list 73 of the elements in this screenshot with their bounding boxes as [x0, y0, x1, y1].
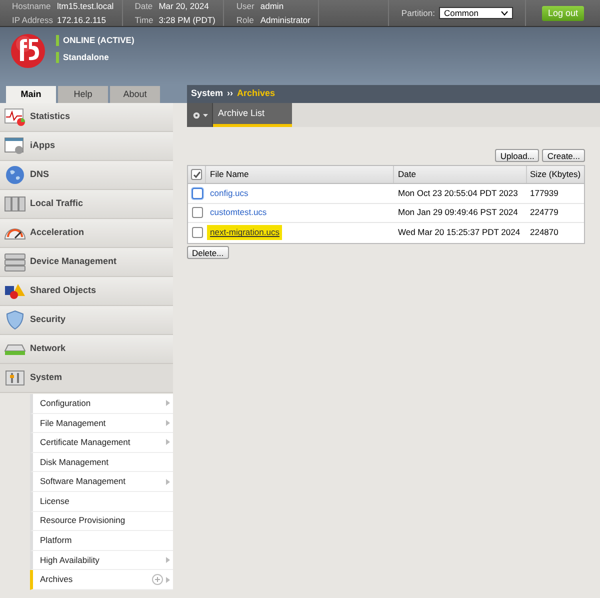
partition-select[interactable]: Common	[438, 7, 513, 19]
table-cell-text: 177939	[529, 186, 560, 200]
submenu-item[interactable]: Archives	[30, 570, 173, 590]
window-gear-icon	[4, 136, 26, 156]
breadcrumb-parent[interactable]: System	[191, 87, 224, 101]
field-label: IP Address	[12, 14, 54, 26]
field-label: Time	[134, 14, 154, 26]
table-cell-text: Mon Oct 23 20:55:04 PDT 2023	[397, 186, 519, 200]
partition-label: Partition:	[401, 6, 435, 20]
submenu-item[interactable]: Configuration	[30, 394, 173, 414]
nav-tab[interactable]: Main	[6, 86, 56, 103]
status-text: ONLINE (ACTIVE)	[63, 34, 134, 47]
column-header[interactable]: Date	[394, 166, 527, 183]
breadcrumb-current: Archives	[237, 87, 276, 100]
sidebar-item[interactable]: DNS	[0, 161, 173, 190]
column-header[interactable]: Size (Kbytes)	[527, 166, 584, 183]
file-link[interactable]: customtest.ucs	[207, 205, 270, 220]
field-label: User	[236, 0, 256, 12]
table-cell-text: 224870	[529, 226, 560, 240]
column-header[interactable]: File Name	[206, 166, 394, 183]
nav-tab[interactable]: Help	[58, 86, 108, 103]
action-button[interactable]: Upload...	[495, 149, 540, 162]
file-link[interactable]: config.ucs	[207, 186, 252, 201]
logo-icon	[10, 33, 46, 71]
field-value: Mar 20, 2024	[158, 0, 209, 12]
status-indicator	[56, 34, 59, 46]
sidebar-item[interactable]: Acceleration	[0, 219, 173, 248]
submenu-item[interactable]: High Availability	[30, 550, 173, 570]
field-label: Hostname	[12, 0, 52, 12]
table-cell-text: Mon Jan 29 09:49:46 PST 2024	[397, 206, 519, 220]
sidebar-item[interactable]: System	[0, 364, 173, 393]
sidebar-item[interactable]: Local Traffic	[0, 190, 173, 219]
table-cell-text: 224779	[529, 206, 560, 220]
caret-icon	[202, 114, 208, 116]
action-button[interactable]: Create...	[542, 149, 585, 162]
field-label: Date	[134, 0, 154, 12]
sidebar-item[interactable]: Security	[0, 306, 173, 335]
nav-tab[interactable]: About	[110, 86, 160, 103]
field-value: admin	[260, 0, 284, 12]
submenu-item[interactable]: Software Management	[30, 472, 173, 492]
breadcrumb-separator: ››	[227, 87, 234, 100]
field-value: ltm15.test.local	[57, 0, 114, 12]
sidebar-item[interactable]: Statistics	[0, 103, 173, 132]
dropdown-caret-icon	[500, 10, 508, 16]
checkbox[interactable]	[191, 169, 202, 180]
field-value: 3:28 PM (PDT)	[158, 14, 216, 26]
server-stack-icon	[4, 252, 26, 272]
servers-icon	[4, 194, 26, 214]
field-label: Role	[236, 14, 255, 26]
table-cell-text: Wed Mar 20 15:25:37 PDT 2024	[397, 226, 522, 240]
sidebar-item[interactable]: iApps	[0, 132, 173, 161]
sidebar-item[interactable]: Device Management	[0, 248, 173, 277]
status-indicator	[56, 52, 59, 63]
submenu-item[interactable]: Certificate Management	[30, 433, 173, 453]
submenu-item[interactable]: Platform	[30, 531, 173, 551]
subtab[interactable]: Archive List	[213, 103, 292, 127]
action-button[interactable]: Delete...	[187, 246, 229, 258]
gear-icon	[192, 110, 200, 120]
field-value: Administrator	[260, 14, 310, 26]
shield-icon	[4, 310, 26, 330]
chart-icon	[4, 107, 26, 127]
submenu-item[interactable]: Disk Management	[30, 452, 173, 472]
sidebar-item[interactable]: Network	[0, 335, 173, 364]
sidebar-item[interactable]: Shared Objects	[0, 277, 173, 306]
field-value: 172.16.2.115	[57, 14, 106, 26]
submenu-item[interactable]: License	[30, 492, 173, 512]
sliders-icon	[4, 368, 26, 388]
submenu-item[interactable]: File Management	[30, 414, 173, 434]
globe-icon	[4, 165, 26, 185]
submenu-item[interactable]: Resource Provisioning	[30, 512, 173, 532]
status-text: Standalone	[63, 50, 109, 64]
add-icon[interactable]	[152, 574, 163, 586]
file-link[interactable]: next-migration.ucs	[207, 225, 282, 240]
